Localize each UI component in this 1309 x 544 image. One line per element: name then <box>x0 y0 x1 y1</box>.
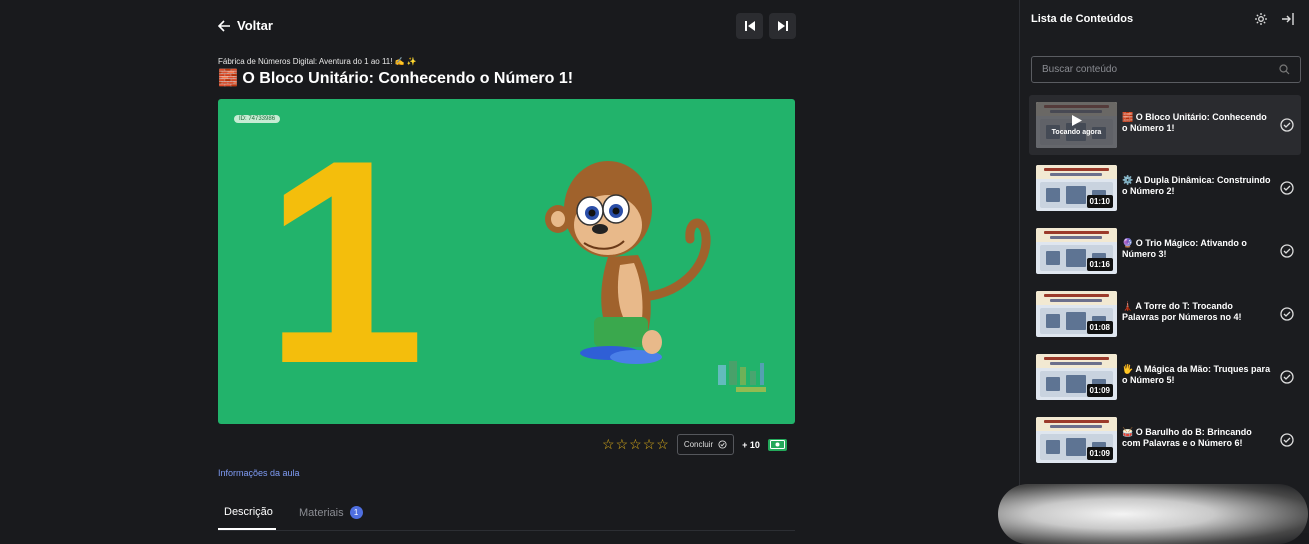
duration-badge: 01:08 <box>1086 321 1113 334</box>
previous-lesson-button[interactable] <box>736 13 763 39</box>
duration-badge: 01:09 <box>1086 447 1113 460</box>
video-thumbnail: 01:16 <box>1036 228 1117 274</box>
gear-icon[interactable] <box>1254 12 1268 26</box>
list-item[interactable]: 01:09 🖐️ A Mágica da Mão: Truques para o… <box>1029 347 1301 407</box>
tab-description-label: Descrição <box>224 506 273 518</box>
video-player[interactable]: ID: 74733986 1 <box>218 99 795 424</box>
tab-materials-label: Materiais <box>299 506 344 519</box>
back-label: Voltar <box>237 18 273 33</box>
check-circle-icon[interactable] <box>1280 181 1294 195</box>
check-circle-icon[interactable] <box>1280 244 1294 258</box>
duration-badge: 01:10 <box>1086 195 1113 208</box>
check-circle-icon <box>718 440 727 449</box>
lesson-nav <box>736 13 796 39</box>
active-tab-indicator <box>218 528 276 530</box>
list-item[interactable]: 01:08 🗼 A Torre do T: Trocando Palavras … <box>1029 284 1301 344</box>
list-item[interactable]: Tocando agora 🧱 O Bloco Unitário: Conhec… <box>1029 95 1301 155</box>
skip-previous-icon <box>744 21 755 31</box>
next-lesson-button[interactable] <box>769 13 796 39</box>
list-item-title: 🥁 O Barulho do B: Brincando com Palavras… <box>1122 427 1252 448</box>
exit-panel-icon[interactable] <box>1281 12 1295 26</box>
star-icon[interactable]: ☆ <box>616 436 629 453</box>
star-icon[interactable]: ☆ <box>629 436 642 453</box>
check-circle-icon[interactable] <box>1280 370 1294 384</box>
watermark-logo <box>718 361 766 392</box>
arrow-left-icon <box>218 19 230 32</box>
lesson-info-link[interactable]: Informações da aula <box>218 468 300 478</box>
course-title: Fábrica de Números Digital: Aventura do … <box>218 57 417 66</box>
list-item-title: 🔮 O Trio Mágico: Ativando o Número 3! <box>1122 238 1247 259</box>
list-item-title: 🗼 A Torre do T: Trocando Palavras por Nú… <box>1122 301 1242 322</box>
rating-stars[interactable]: ☆ ☆ ☆ ☆ ☆ <box>602 436 669 453</box>
video-number-graphic: 1 <box>264 100 426 424</box>
points-label: + 10 <box>742 439 760 450</box>
skip-next-icon <box>777 21 788 31</box>
now-playing-overlay: Tocando agora <box>1036 102 1117 148</box>
video-thumbnail: 01:10 <box>1036 165 1117 211</box>
star-icon[interactable]: ☆ <box>643 436 656 453</box>
lesson-title: 🧱 O Bloco Unitário: Conhecendo o Número … <box>218 70 574 87</box>
conclude-button[interactable]: Concluir <box>676 434 735 455</box>
conclude-label: Concluir <box>683 440 714 449</box>
video-thumbnail: Tocando agora <box>1036 102 1117 148</box>
search-input[interactable] <box>1032 57 1282 82</box>
lesson-tabs: Descrição Materiais 1 <box>218 499 795 531</box>
lesson-actions: ☆ ☆ ☆ ☆ ☆ Concluir + 10 <box>602 434 787 455</box>
search-icon[interactable] <box>1279 64 1290 75</box>
list-item-title: ⚙️ A Dupla Dinâmica: Construindo o Númer… <box>1122 175 1271 196</box>
list-item[interactable]: 01:09 🥁 O Barulho do B: Brincando com Pa… <box>1029 410 1301 470</box>
star-icon[interactable]: ☆ <box>602 436 615 453</box>
check-circle-icon[interactable] <box>1280 433 1294 447</box>
blurred-overlay <box>998 484 1308 544</box>
video-thumbnail: 01:09 <box>1036 417 1117 463</box>
main-content: Voltar Fábrica de Números Digital: Avent… <box>0 0 1019 533</box>
search-box <box>1031 56 1301 83</box>
check-circle-icon[interactable] <box>1280 118 1294 132</box>
play-icon <box>1071 115 1082 126</box>
list-item-title: 🖐️ A Mágica da Mão: Truques para o Númer… <box>1122 364 1271 385</box>
content-sidebar: Lista de Conteúdos Tocando agora 🧱 O Blo… <box>1019 0 1309 533</box>
check-circle-icon[interactable] <box>1280 307 1294 321</box>
content-list: Tocando agora 🧱 O Bloco Unitário: Conhec… <box>1029 95 1301 473</box>
video-thumbnail: 01:08 <box>1036 291 1117 337</box>
video-thumbnail: 01:09 <box>1036 354 1117 400</box>
tab-materials[interactable]: Materiais 1 <box>299 506 363 519</box>
list-item[interactable]: 01:16 🔮 O Trio Mágico: Ativando o Número… <box>1029 221 1301 281</box>
now-playing-label: Tocando agora <box>1051 129 1102 136</box>
sidebar-title: Lista de Conteúdos <box>1031 13 1134 25</box>
duration-badge: 01:09 <box>1086 384 1113 397</box>
monkey-illustration <box>545 161 711 364</box>
list-item-title: 🧱 O Bloco Unitário: Conhecendo o Número … <box>1122 112 1267 133</box>
back-button[interactable]: Voltar <box>218 18 273 33</box>
tab-description[interactable]: Descrição <box>224 506 273 518</box>
money-icon <box>767 438 787 451</box>
duration-badge: 01:16 <box>1086 258 1113 271</box>
materials-count-badge: 1 <box>349 506 363 519</box>
list-item[interactable]: 01:10 ⚙️ A Dupla Dinâmica: Construindo o… <box>1029 158 1301 218</box>
star-icon[interactable]: ☆ <box>656 436 669 453</box>
